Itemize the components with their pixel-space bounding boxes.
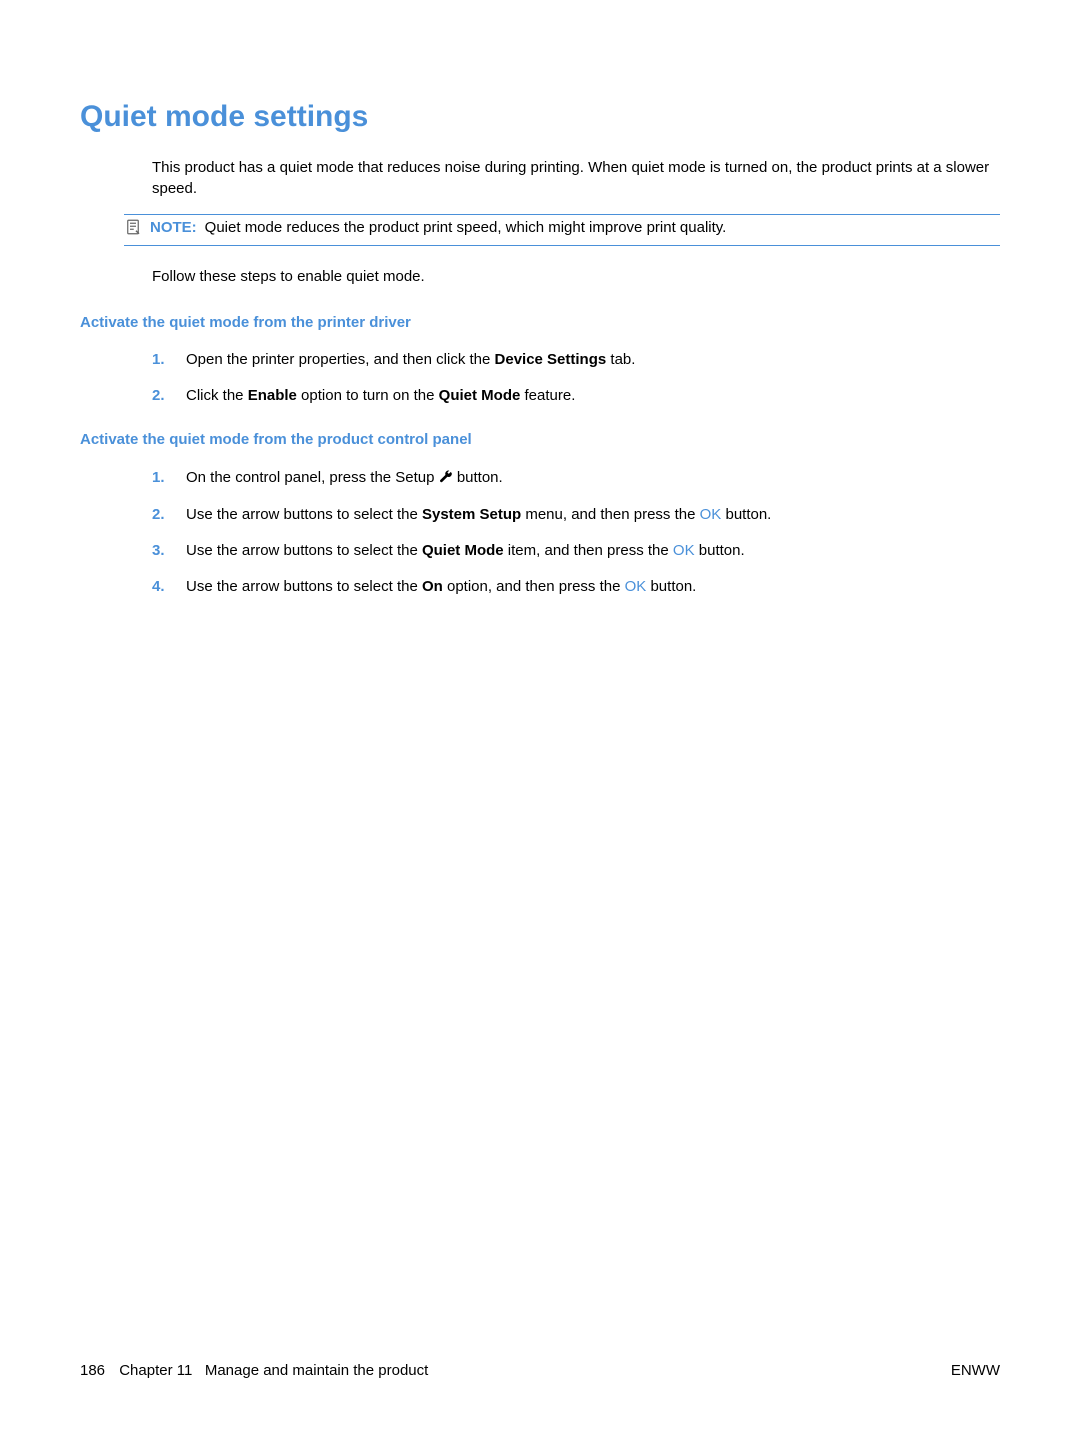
step-body: Click the Enable option to turn on the Q… (186, 385, 1000, 407)
section1-heading: Activate the quiet mode from the printer… (80, 312, 1000, 334)
note-text: Quiet mode reduces the product print spe… (205, 219, 727, 236)
step-number: 1. (152, 467, 186, 491)
page-footer: 186 Chapter 11 Manage and maintain the p… (80, 1360, 1000, 1382)
step-body: Open the printer properties, and then cl… (186, 349, 1000, 371)
section1-steps: 1. Open the printer properties, and then… (152, 349, 1000, 407)
list-item: 2. Use the arrow buttons to select the S… (152, 504, 1000, 526)
list-item: 4. Use the arrow buttons to select the O… (152, 576, 1000, 598)
section2-heading: Activate the quiet mode from the product… (80, 429, 1000, 451)
list-item: 3. Use the arrow buttons to select the Q… (152, 540, 1000, 562)
list-item: 2. Click the Enable option to turn on th… (152, 385, 1000, 407)
step-number: 1. (152, 349, 186, 371)
note-label: NOTE: (150, 219, 197, 236)
intro-paragraph: This product has a quiet mode that reduc… (152, 157, 1000, 201)
step-number: 3. (152, 540, 186, 562)
step-body: Use the arrow buttons to select the On o… (186, 576, 1000, 598)
page-title: Quiet mode settings (80, 95, 1000, 139)
step-number: 2. (152, 504, 186, 526)
section2-steps: 1. On the control panel, press the Setup… (152, 467, 1000, 598)
list-item: 1. On the control panel, press the Setup… (152, 467, 1000, 491)
chapter-label: Chapter 11 (119, 1362, 192, 1379)
page-number: 186 (80, 1362, 105, 1379)
footer-left: 186 Chapter 11 Manage and maintain the p… (80, 1360, 428, 1382)
wrench-icon (439, 469, 453, 491)
step-body: Use the arrow buttons to select the Syst… (186, 504, 1000, 526)
footer-right: ENWW (951, 1360, 1000, 1382)
step-body: Use the arrow buttons to select the Quie… (186, 540, 1000, 562)
step-number: 2. (152, 385, 186, 407)
follow-text: Follow these steps to enable quiet mode. (152, 266, 1000, 288)
chapter-title: Manage and maintain the product (205, 1362, 428, 1379)
step-number: 4. (152, 576, 186, 598)
step-body: On the control panel, press the Setup bu… (186, 467, 1000, 491)
note-box: NOTE: Quiet mode reduces the product prin… (124, 214, 1000, 246)
note-icon (124, 218, 144, 243)
note-text-container: NOTE: Quiet mode reduces the product prin… (150, 217, 726, 239)
list-item: 1. Open the printer properties, and then… (152, 349, 1000, 371)
